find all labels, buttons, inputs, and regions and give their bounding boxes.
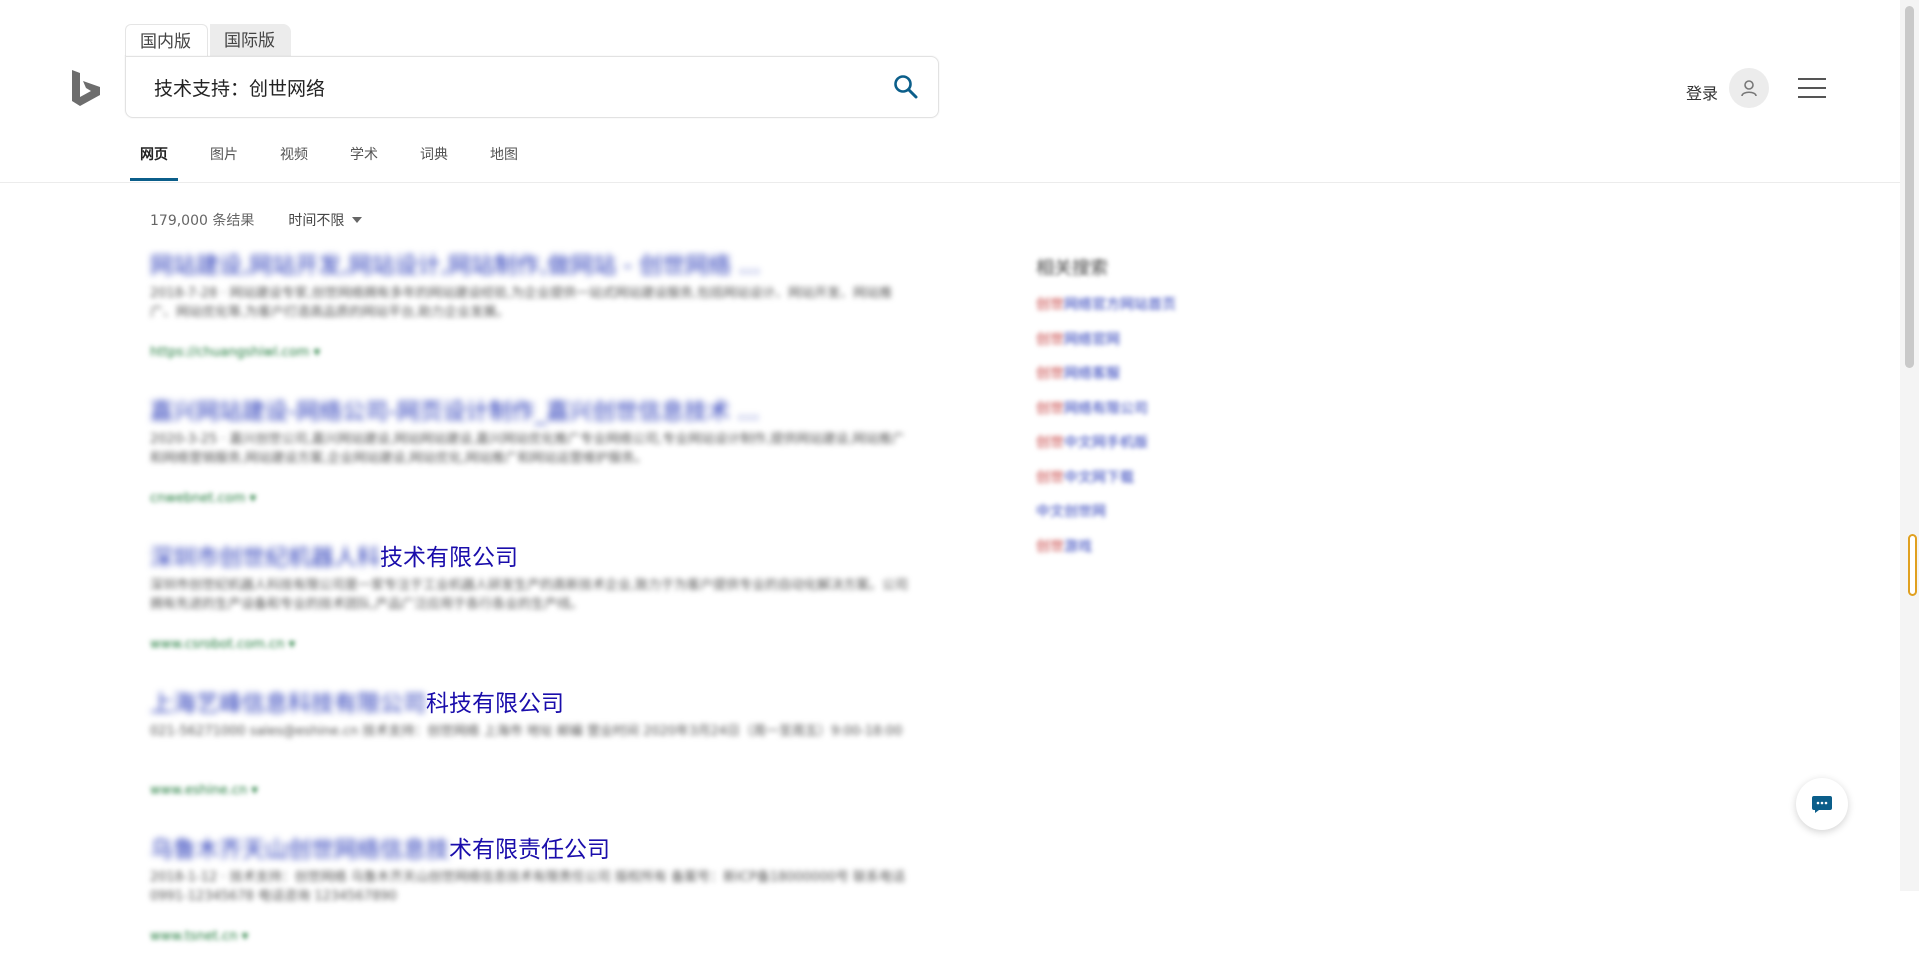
result-snippet: 2018-7-28 · 网站建设专家,创世网络拥有多年的网站建设经验,为企业提供…	[150, 286, 893, 320]
user-icon	[1741, 80, 1757, 97]
result-snippet: 021-56271000 sales@eshine.cn 技术支持：创世网络 上…	[150, 724, 903, 739]
time-filter-dropdown[interactable]: 时间不限	[288, 210, 363, 230]
result-item: 嘉兴网站建设-网络公司-网页设计制作_嘉兴创世信息技术 ... 2020-3-2…	[150, 396, 910, 542]
search-box	[125, 56, 939, 118]
scroll-position-marker	[1908, 534, 1917, 596]
scope-tab-domestic[interactable]: 国内版	[125, 24, 208, 59]
nav-tab-videos[interactable]: 视频	[280, 135, 308, 181]
nav-tab-maps[interactable]: 地图	[490, 135, 518, 181]
page-scrollbar[interactable]	[1900, 0, 1919, 891]
scrollbar-thumb[interactable]	[1905, 6, 1914, 368]
result-item: 网站建设,网站开发,网站设计,网站制作,做网站 - 创世网络 ... 2018-…	[150, 250, 910, 396]
result-snippet: 2020-3-25 · 嘉兴创世公司,嘉兴网站建设,网站网站建设,嘉兴网站优化推…	[150, 432, 905, 466]
bing-logo[interactable]	[70, 68, 104, 108]
result-title-link[interactable]: 乌鲁木齐天山创世网络信息技术有限责任公司	[150, 834, 910, 866]
related-search-link[interactable]: 创世中文网手机版	[1036, 426, 1236, 461]
related-search-link[interactable]: 创世游戏	[1036, 530, 1236, 565]
avatar[interactable]	[1729, 68, 1769, 108]
nav-tab-dictionary[interactable]: 词典	[420, 135, 448, 181]
result-title-link[interactable]: 网站建设,网站开发,网站设计,网站制作,做网站 - 创世网络 ...	[150, 250, 910, 282]
result-snippet: 2018-1-12 · 技术支持：创世网络 乌鲁木齐天山创世网络信息技术有限责任…	[150, 870, 906, 904]
chat-icon	[1812, 796, 1832, 813]
related-search-link[interactable]: 创世网络官网	[1036, 323, 1236, 358]
result-title-link[interactable]: 上海艺峰信息科技有限公司科技有限公司	[150, 688, 910, 720]
result-item: 上海艺峰信息科技有限公司科技有限公司 021-56271000 sales@es…	[150, 688, 910, 834]
related-search-link[interactable]: 创世网络有限公司	[1036, 392, 1236, 427]
nav-tab-images[interactable]: 图片	[210, 135, 238, 181]
related-search-link[interactable]: 创世网络官方网站首页	[1036, 288, 1236, 323]
nav-tab-web[interactable]: 网页	[130, 135, 178, 181]
result-title-link[interactable]: 深圳市创世纪机器人科技术有限公司	[150, 542, 910, 574]
login-link[interactable]: 登录	[1686, 80, 1718, 104]
scope-tab-international[interactable]: 国际版	[210, 24, 291, 58]
result-url[interactable]: www.csrobot.com.cn ▾	[150, 637, 910, 652]
result-url[interactable]: cnwebnet.com ▾	[150, 491, 910, 506]
bing-logo-icon	[72, 70, 100, 106]
time-filter-label: 时间不限	[288, 213, 345, 229]
result-item: 乌鲁木齐天山创世网络信息技术有限责任公司 2018-1-12 · 技术支持：创世…	[150, 834, 910, 980]
related-search-link[interactable]: 创世中文网下载	[1036, 461, 1236, 496]
search-input[interactable]	[152, 57, 856, 117]
caret-down-icon	[352, 217, 363, 223]
result-url[interactable]: https://chuangshiwl.com ▾	[150, 345, 910, 360]
nav-tab-academic[interactable]: 学术	[350, 135, 378, 181]
result-snippet: 深圳市创世纪机器人科技有限公司是一家专注于工业机器人研发生产的高新技术企业,致力…	[150, 578, 909, 612]
related-searches: 相关搜索 创世网络官方网站首页 创世网络官网 创世网络客服 创世网络有限公司 创…	[1036, 254, 1236, 564]
result-item: 深圳市创世纪机器人科技术有限公司 深圳市创世纪机器人科技有限公司是一家专注于工业…	[150, 542, 910, 688]
related-searches-title: 相关搜索	[1036, 258, 1108, 279]
related-search-link[interactable]: 创世网络客服	[1036, 357, 1236, 392]
vertical-nav: 网页 图片 视频 学术 词典 地图	[130, 135, 560, 181]
hamburger-menu-icon[interactable]	[1798, 78, 1826, 98]
result-url[interactable]: www.tsnet.cn ▾	[150, 929, 910, 944]
results-meta: 179,000 条结果 时间不限	[150, 210, 363, 230]
scope-tabs: 国内版 国际版	[125, 24, 291, 59]
result-url[interactable]: www.eshine.cn ▾	[150, 783, 910, 798]
chat-button[interactable]	[1796, 778, 1848, 830]
result-count: 179,000 条结果	[150, 213, 255, 229]
header-divider	[0, 182, 1900, 183]
related-search-link[interactable]: 中文创世网	[1036, 495, 1236, 530]
results-list: 网站建设,网站开发,网站设计,网站制作,做网站 - 创世网络 ... 2018-…	[150, 250, 910, 980]
result-title-link[interactable]: 嘉兴网站建设-网络公司-网页设计制作_嘉兴创世信息技术 ...	[150, 396, 910, 428]
search-icon[interactable]	[892, 73, 920, 101]
